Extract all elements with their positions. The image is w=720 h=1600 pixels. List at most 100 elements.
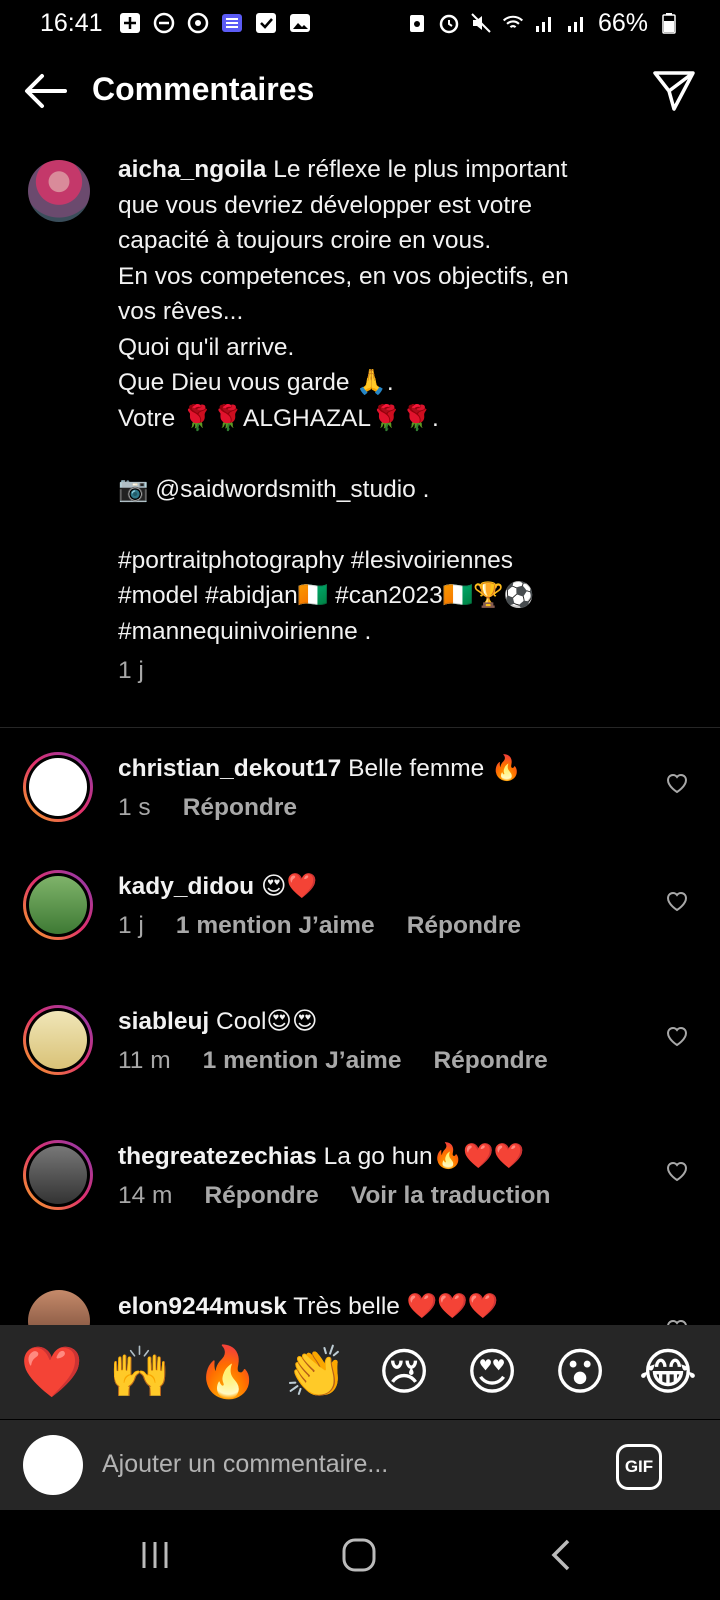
- comment-username[interactable]: christian_dekout17: [118, 755, 341, 782]
- comment-age: 11 m: [118, 1047, 171, 1074]
- likes-count[interactable]: 1 mention J’aime: [176, 912, 375, 940]
- home-icon: [342, 1538, 376, 1572]
- alarm-icon: [438, 12, 460, 34]
- reaction-raised-hands[interactable]: 🙌: [105, 1343, 175, 1402]
- author-avatar[interactable]: [28, 160, 90, 222]
- plus-square-icon: [119, 12, 141, 34]
- minus-circle-icon: [153, 12, 175, 34]
- checkbox-icon: [255, 12, 277, 34]
- caption-line-text: Le réflexe le plus important: [266, 156, 568, 183]
- home-button[interactable]: [336, 1532, 382, 1578]
- comment-text: thegreatezechias La go hun🔥❤️❤️: [118, 1140, 648, 1174]
- avatar[interactable]: [23, 752, 93, 822]
- comment-body: 😍❤️: [254, 873, 317, 900]
- back-icon: [551, 1539, 570, 1571]
- avatar[interactable]: [23, 1140, 93, 1210]
- comment-age: 14 m: [118, 1182, 173, 1209]
- comment-text: christian_dekout17 Belle femme 🔥: [118, 752, 648, 786]
- caption-age: 1 j: [118, 657, 144, 684]
- back-button[interactable]: [22, 68, 68, 114]
- avatar[interactable]: [23, 870, 93, 940]
- translate-button[interactable]: Voir la traduction: [351, 1182, 551, 1210]
- comment-input[interactable]: Ajouter un commentaire...: [102, 1450, 388, 1479]
- reaction-surprised[interactable]: 😮: [545, 1343, 615, 1401]
- send-icon: [653, 71, 695, 111]
- caption-line: Votre 🌹🌹ALGHAZAL🌹🌹.: [118, 404, 439, 432]
- comment-row: siableuj Cool😍😍 11 m 1 mention J’aime Ré…: [0, 1005, 720, 1125]
- header: Commentaires: [0, 58, 720, 122]
- caption-text: aicha_ngoila Le réflexe le plus importan…: [118, 152, 638, 689]
- likes-count[interactable]: 1 mention J’aime: [203, 1047, 402, 1075]
- reaction-crying[interactable]: 😢: [369, 1343, 439, 1401]
- page-title: Commentaires: [92, 71, 315, 107]
- caption-line: capacité à toujours croire en vous.: [118, 227, 492, 254]
- caption-hashtags[interactable]: #portraitphotography #lesivoiriennes: [118, 543, 638, 579]
- signal-icon: [534, 12, 556, 34]
- avatar[interactable]: [28, 1290, 90, 1325]
- comment-meta: 1 s Répondre: [118, 794, 648, 822]
- status-right-icons: 66%: [406, 9, 680, 38]
- settings-icon: [187, 12, 209, 34]
- recent-apps-button[interactable]: [132, 1532, 178, 1578]
- like-heart-icon[interactable]: [664, 1316, 690, 1325]
- comment-row: christian_dekout17 Belle femme 🔥 1 s Rép…: [0, 752, 720, 872]
- comment-text: kady_didou 😍❤️: [118, 870, 648, 904]
- reaction-heart-eyes[interactable]: 😍: [457, 1343, 527, 1401]
- signal-icon: [566, 12, 588, 34]
- comment-text: siableuj Cool😍😍: [118, 1005, 648, 1039]
- reply-button[interactable]: Répondre: [204, 1182, 318, 1210]
- comment-username[interactable]: siableuj: [118, 1008, 209, 1035]
- back-nav-button[interactable]: [538, 1532, 584, 1578]
- comment-username[interactable]: kady_didou: [118, 873, 254, 900]
- like-heart-icon[interactable]: [664, 770, 690, 796]
- like-heart-icon[interactable]: [664, 1023, 690, 1049]
- mute-icon: [470, 12, 492, 34]
- arrow-left-icon: [25, 74, 67, 108]
- caption-username[interactable]: aicha_ngoila: [118, 156, 266, 183]
- caption-line: Quoi qu'il arrive.: [118, 333, 295, 361]
- reply-button[interactable]: Répondre: [183, 794, 297, 822]
- like-heart-icon[interactable]: [664, 888, 690, 914]
- image-icon: [289, 12, 311, 34]
- battery-percent: 66%: [597, 8, 648, 37]
- comment-body: Cool😍😍: [209, 1008, 318, 1035]
- battery-icon: [658, 12, 680, 34]
- reaction-clap[interactable]: 👏: [281, 1343, 351, 1402]
- comment-body: Très belle ❤️❤️❤️: [286, 1293, 499, 1320]
- caption-hashtags[interactable]: #mannequinivoirienne .: [118, 614, 638, 650]
- quick-reactions-bar: ❤️ 🙌 🔥 👏 😢 😍 😮 😂: [0, 1325, 720, 1419]
- comment-meta: 14 m Répondre Voir la traduction: [118, 1182, 648, 1210]
- avatar[interactable]: [23, 1005, 93, 1075]
- reply-button[interactable]: Répondre: [407, 912, 521, 940]
- comment-age: 1 j: [118, 912, 144, 939]
- caption-line: vos rêves...: [118, 298, 244, 325]
- reply-button[interactable]: Répondre: [433, 1047, 547, 1075]
- caption-line: Que Dieu vous garde 🙏.: [118, 369, 394, 396]
- comment-row: elon9244musk Très belle ❤️❤️❤️: [0, 1290, 720, 1325]
- comment-meta: 1 j 1 mention J’aime Répondre: [118, 912, 648, 940]
- comment-username[interactable]: thegreatezechias: [118, 1143, 317, 1170]
- caption-line: que vous devriez développer est votre: [118, 191, 533, 219]
- reaction-fire[interactable]: 🔥: [193, 1343, 263, 1402]
- comment-row: thegreatezechias La go hun🔥❤️❤️ 14 m Rép…: [0, 1140, 720, 1260]
- comment-username[interactable]: elon9244musk: [118, 1293, 287, 1320]
- caption-line: aicha_ngoila Le réflexe le plus importan…: [118, 152, 638, 188]
- comment-body: Belle femme 🔥: [341, 755, 522, 782]
- comment-meta: 11 m 1 mention J’aime Répondre: [118, 1047, 648, 1075]
- current-user-avatar: [23, 1435, 83, 1495]
- comment-row: kady_didou 😍❤️ 1 j 1 mention J’aime Répo…: [0, 870, 720, 990]
- divider: [0, 727, 720, 728]
- status-left-icons: [119, 12, 311, 34]
- checklist-icon: [221, 12, 243, 34]
- reaction-heart[interactable]: ❤️: [17, 1343, 87, 1402]
- wifi-icon: [502, 12, 524, 34]
- send-button[interactable]: [650, 66, 698, 114]
- caption-mention[interactable]: 📷 @saidwordsmith_studio .: [118, 472, 638, 508]
- like-heart-icon[interactable]: [664, 1158, 690, 1184]
- caption-hashtags[interactable]: #model #abidjan🇨🇮 #can2023🇨🇮🏆⚽: [118, 578, 638, 614]
- gif-button[interactable]: GIF: [616, 1444, 662, 1490]
- reaction-laughing[interactable]: 😂: [633, 1343, 703, 1401]
- comment-age: 1 s: [118, 794, 151, 821]
